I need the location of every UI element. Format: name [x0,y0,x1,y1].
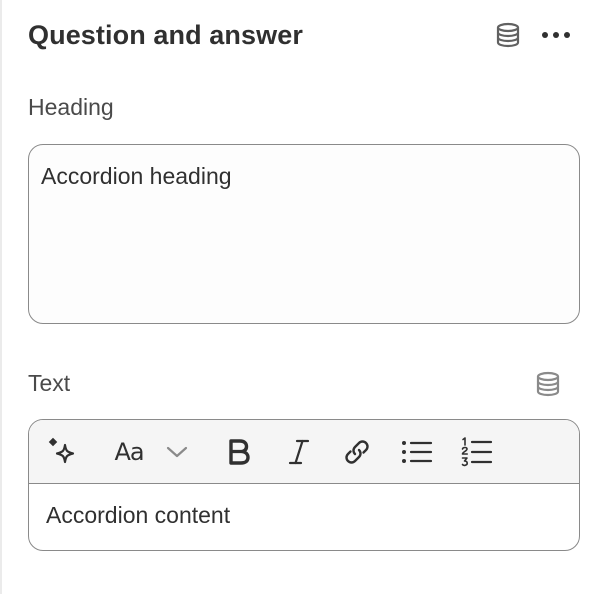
font-style-icon: Aa [114,438,144,466]
more-horizontal-icon [542,32,570,38]
chevron-down-icon [166,446,188,458]
panel-title: Question and answer [28,20,303,50]
heading-field-label: Heading [28,94,114,120]
numbered-list-icon [461,437,493,467]
rich-text-editor: Aa Accordion content [28,419,580,551]
magic-sparkle-icon [48,437,75,464]
question-answer-panel: Question and answer Heading Accordion he… [0,0,600,594]
text-dynamic-source-button[interactable] [532,368,564,400]
connect-dynamic-source-button[interactable] [492,19,524,51]
bulleted-list-icon [402,441,433,463]
bulleted-list-button[interactable] [399,434,435,470]
italic-button[interactable] [281,434,317,470]
numbered-list-button[interactable] [459,434,495,470]
font-style-dropdown[interactable] [163,434,191,470]
text-field-label: Text [28,370,71,396]
italic-icon [288,439,310,465]
font-style-button[interactable]: Aa [109,434,149,470]
more-actions-button[interactable] [538,19,574,51]
bold-icon [229,439,250,465]
database-icon [536,371,560,397]
insert-link-button[interactable] [339,434,375,470]
rich-text-content[interactable]: Accordion content [46,502,230,529]
link-icon [345,440,369,464]
heading-textarea-value: Accordion heading [41,163,232,189]
bold-button[interactable] [221,434,257,470]
magic-generate-button[interactable] [45,434,81,470]
rich-text-toolbar: Aa [29,420,579,484]
heading-textarea[interactable]: Accordion heading [28,144,580,324]
database-icon [496,22,520,48]
